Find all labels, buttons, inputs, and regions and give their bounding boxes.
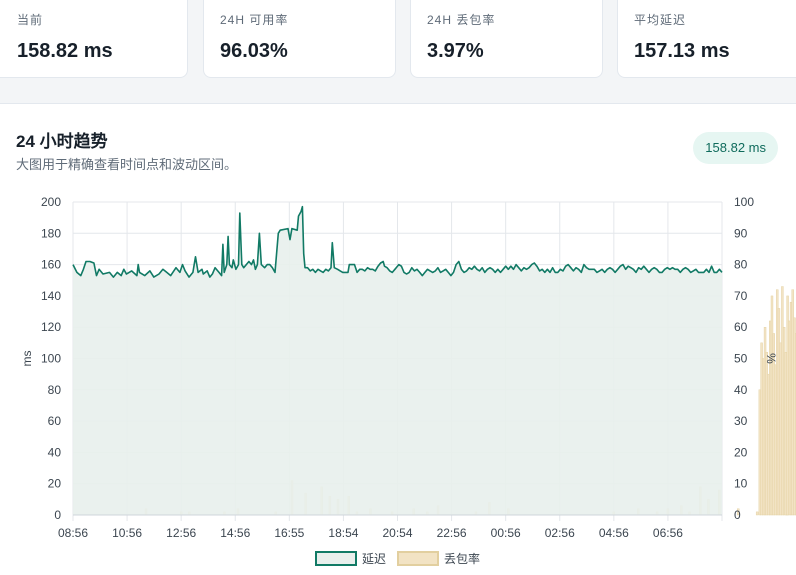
stat-card-availability: 24H 可用率 96.03% [203, 0, 396, 78]
stat-value: 3.97% [427, 40, 484, 62]
stat-label: 当前 [17, 13, 44, 27]
stat-label: 平均延迟 [634, 13, 687, 27]
trend-title: 24 小时趋势 [16, 132, 108, 151]
stat-label: 24H 可用率 [220, 13, 289, 27]
stat-value: 157.13 ms [634, 40, 730, 62]
stat-value: 158.82 ms [17, 40, 113, 62]
trend-subtitle: 大图用于精确查看时间点和波动区间。 [16, 157, 238, 172]
stat-label: 24H 丢包率 [427, 13, 496, 27]
stat-value: 96.03% [220, 40, 288, 62]
stat-card-current: 当前 158.82 ms [0, 0, 188, 78]
stat-card-avg-latency: 平均延迟 157.13 ms [617, 0, 796, 78]
trend-panel: 24 小时趋势 大图用于精确查看时间点和波动区间。 158.82 ms [0, 103, 796, 575]
current-latency-badge: 158.82 ms [693, 132, 778, 164]
stat-card-loss: 24H 丢包率 3.97% [410, 0, 603, 78]
